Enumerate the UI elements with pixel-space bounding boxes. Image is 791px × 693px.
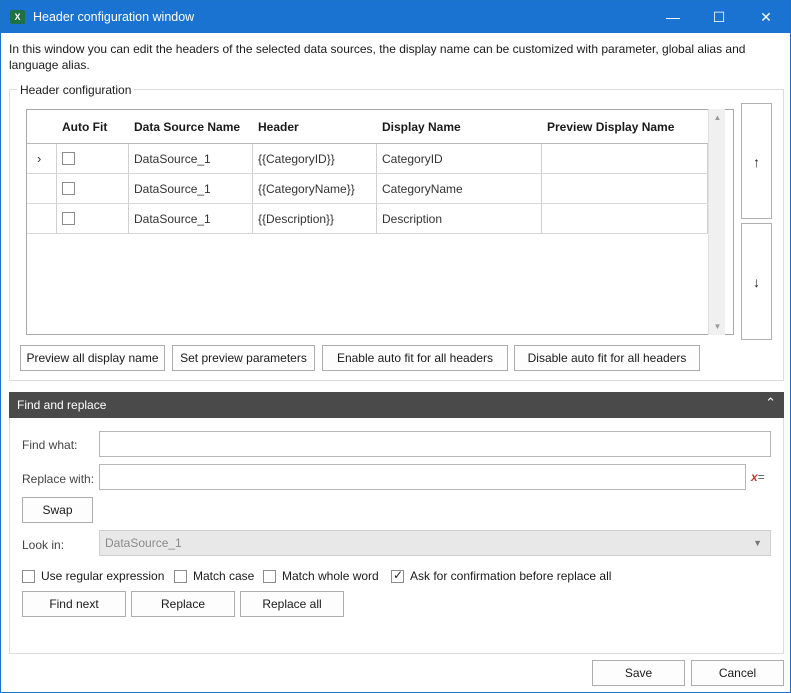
save-button[interactable]: Save: [592, 660, 685, 686]
column-header-auto-fit[interactable]: Auto Fit: [56, 110, 107, 144]
header-configuration-legend: Header configuration: [17, 83, 135, 97]
header-cell[interactable]: {{CategoryID}}: [252, 144, 335, 174]
look-in-label: Look in:: [22, 538, 65, 552]
swap-button[interactable]: Swap: [22, 497, 93, 523]
use-regex-checkbox[interactable]: [22, 570, 35, 583]
table-row[interactable]: DataSource_1 {{CategoryName}} CategoryNa…: [27, 174, 717, 204]
column-header-display-name[interactable]: Display Name: [376, 110, 461, 144]
data-source-cell[interactable]: DataSource_1: [128, 204, 211, 234]
table-row[interactable]: DataSource_1 {{Description}} Description: [27, 204, 717, 234]
display-name-cell[interactable]: CategoryID: [376, 144, 443, 174]
auto-fit-checkbox[interactable]: [62, 182, 75, 195]
cancel-button[interactable]: Cancel: [691, 660, 784, 686]
table-row[interactable]: › DataSource_1 {{CategoryID}} CategoryID: [27, 144, 717, 174]
data-source-cell[interactable]: DataSource_1: [128, 144, 211, 174]
look-in-select[interactable]: DataSource_1 ▼: [99, 530, 771, 556]
match-case-checkbox[interactable]: [174, 570, 187, 583]
move-up-button[interactable]: ↑: [741, 103, 772, 219]
scroll-up-icon[interactable]: ▲: [709, 109, 726, 126]
display-name-cell[interactable]: CategoryName: [376, 174, 463, 204]
header-grid[interactable]: Auto Fit Data Source Name Header Display…: [26, 109, 734, 335]
preview-all-display-name-button[interactable]: Preview all display name: [20, 345, 165, 371]
confirm-replace-checkbox[interactable]: [391, 568, 404, 583]
header-configuration-window: X Header configuration window — ☐ ✕ In t…: [0, 0, 791, 693]
arrow-down-icon: ↓: [753, 274, 760, 290]
display-name-cell[interactable]: Description: [376, 204, 442, 234]
preview-display-name-cell[interactable]: [541, 174, 547, 204]
column-header-header[interactable]: Header: [252, 110, 299, 144]
maximize-icon[interactable]: ☐: [704, 5, 734, 29]
look-in-value: DataSource_1: [105, 536, 182, 550]
replace-with-label: Replace with:: [22, 472, 95, 486]
excel-icon: X: [10, 10, 25, 24]
window-title: Header configuration window: [33, 10, 195, 24]
clear-replace-icon[interactable]: x=: [751, 470, 765, 484]
data-source-cell[interactable]: DataSource_1: [128, 174, 211, 204]
find-what-input[interactable]: [99, 431, 771, 457]
find-what-label: Find what:: [22, 438, 78, 452]
preview-display-name-cell[interactable]: [541, 204, 547, 234]
set-preview-parameters-button[interactable]: Set preview parameters: [172, 345, 315, 371]
scroll-down-icon[interactable]: ▼: [709, 318, 726, 335]
match-whole-word-checkbox[interactable]: [263, 570, 276, 583]
header-cell[interactable]: {{CategoryName}}: [252, 174, 355, 204]
title-bar: X Header configuration window — ☐ ✕: [1, 1, 790, 33]
find-next-button[interactable]: Find next: [22, 591, 126, 617]
close-icon[interactable]: ✕: [751, 5, 781, 29]
minimize-icon[interactable]: —: [658, 5, 688, 29]
confirm-replace-label: Ask for confirmation before replace all: [410, 569, 612, 583]
header-cell[interactable]: {{Description}}: [252, 204, 334, 234]
grid-vertical-scrollbar[interactable]: ▲ ▼: [708, 109, 725, 335]
row-pointer-icon: ›: [37, 151, 42, 166]
auto-fit-checkbox[interactable]: [62, 212, 75, 225]
grid-header-row: Auto Fit Data Source Name Header Display…: [27, 110, 717, 144]
find-replace-title: Find and replace: [17, 398, 107, 412]
match-whole-word-label: Match whole word: [282, 569, 379, 583]
enable-auto-fit-button[interactable]: Enable auto fit for all headers: [322, 345, 508, 371]
column-header-data-source-name[interactable]: Data Source Name: [128, 110, 240, 144]
replace-all-button[interactable]: Replace all: [240, 591, 344, 617]
find-replace-header[interactable]: Find and replace ⌃: [9, 392, 784, 418]
preview-display-name-cell[interactable]: [541, 144, 547, 174]
use-regex-label: Use regular expression: [41, 569, 165, 583]
intro-text: In this window you can edit the headers …: [9, 42, 746, 72]
arrow-up-icon: ↑: [753, 154, 760, 170]
dropdown-caret-icon[interactable]: ▼: [753, 531, 762, 555]
match-case-label: Match case: [193, 569, 255, 583]
replace-with-input[interactable]: [99, 464, 746, 490]
replace-button[interactable]: Replace: [131, 591, 235, 617]
disable-auto-fit-button[interactable]: Disable auto fit for all headers: [514, 345, 700, 371]
move-down-button[interactable]: ↓: [741, 223, 772, 340]
column-header-preview-display-name[interactable]: Preview Display Name: [541, 110, 674, 144]
auto-fit-checkbox[interactable]: [62, 152, 75, 165]
chevron-up-icon[interactable]: ⌃: [765, 395, 776, 411]
